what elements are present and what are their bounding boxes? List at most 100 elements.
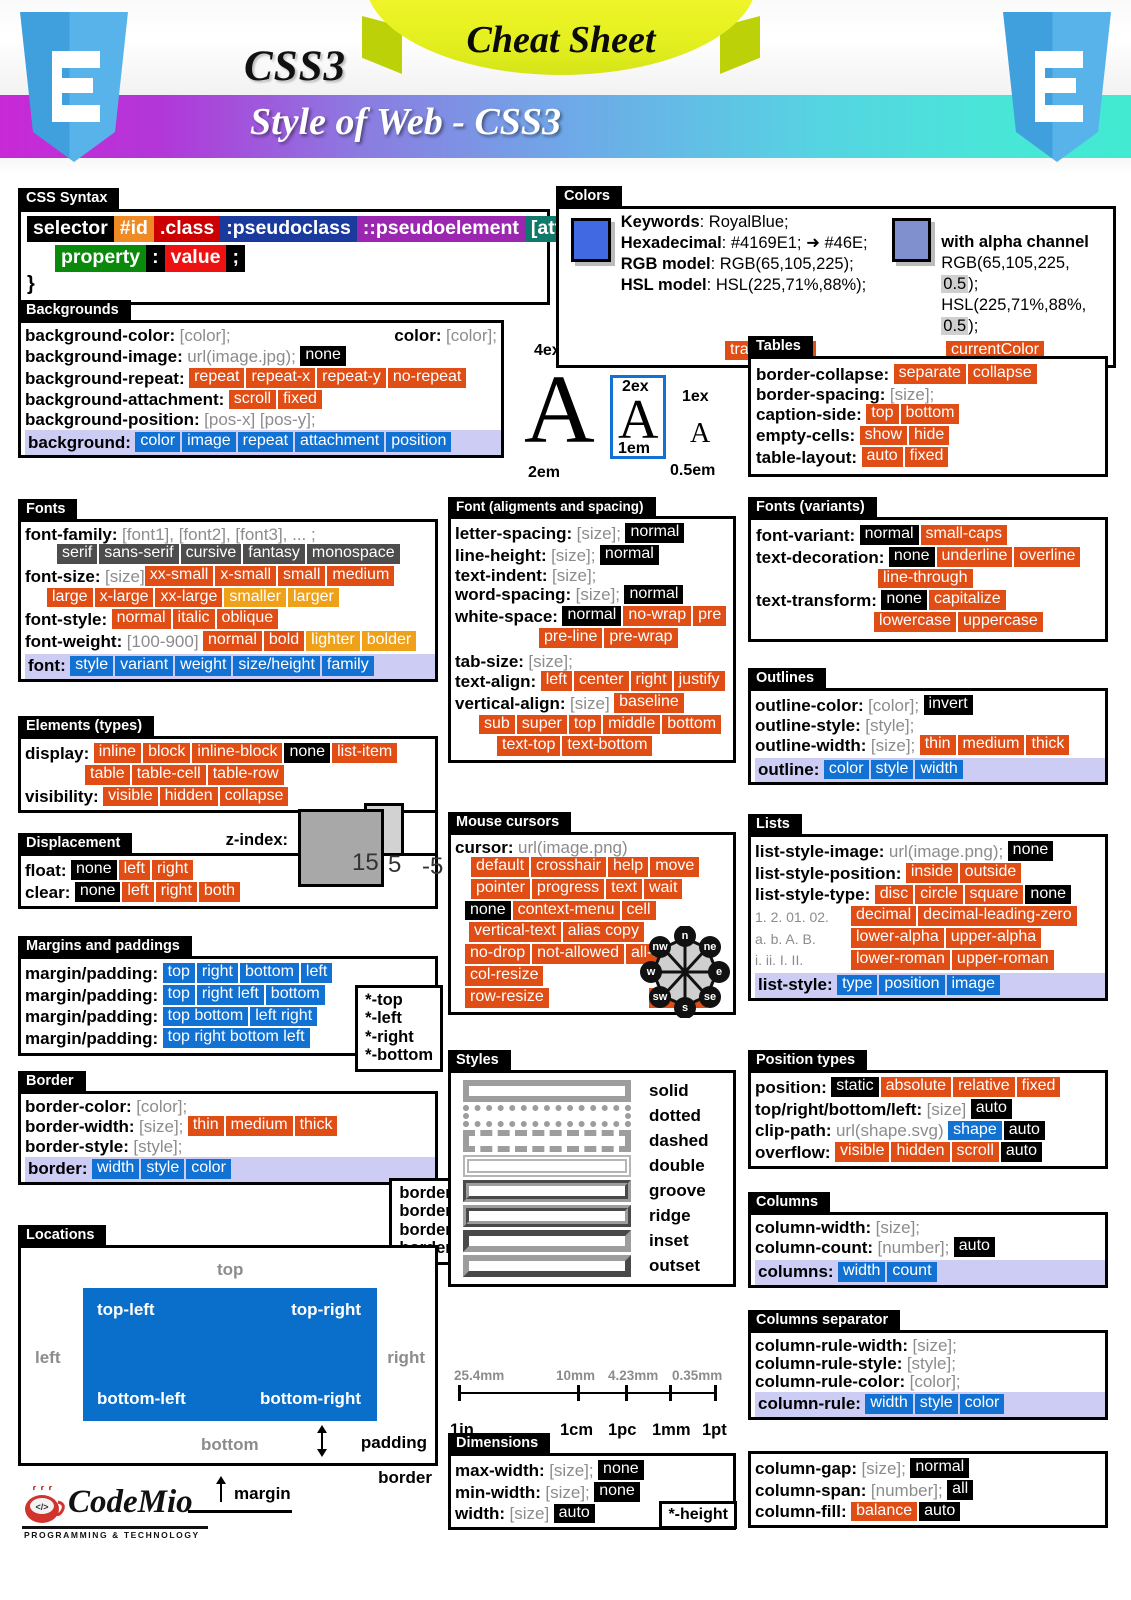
panel-title-border: Border <box>18 1071 86 1092</box>
label-05em: 0.5em <box>670 462 716 479</box>
kw-position-fixed: fixed <box>1016 1077 1061 1097</box>
prop-caption-side: caption-side: <box>756 404 862 424</box>
token-property: property <box>55 245 147 272</box>
kw-va-bottom: bottom <box>662 714 722 735</box>
token-colon: : <box>146 245 165 272</box>
kw-square: square <box>964 884 1024 905</box>
loc-label-margin: margin <box>234 1484 291 1503</box>
header-color-band <box>0 95 1131 158</box>
kw-cr-style: style <box>914 1394 958 1414</box>
kw-border-style: style <box>141 1158 185 1179</box>
panel-font-variants: Fonts (variants) font-variant: normal sma… <box>748 497 1108 642</box>
kw-border-thick: thick <box>294 1116 338 1136</box>
panel-title-margins: Margins and paddings <box>18 936 192 957</box>
panel-title-displacement: Displacement <box>18 833 133 854</box>
kw-mp1-left: left <box>300 963 333 983</box>
kw-hidden: hidden <box>159 786 218 807</box>
kw-repeat-x: repeat-x <box>246 367 316 388</box>
pan el-columns-misc: column-gap: [size]; normal column-span: … <box>748 1451 1108 1529</box>
prop-border-width: border-width: <box>25 1116 135 1136</box>
panel-title-styles: Styles <box>448 1050 511 1071</box>
kw-cursor-no-drop: no-drop <box>465 944 531 964</box>
kw-font-variant: variant <box>115 655 174 676</box>
shorthand-border: border: width style color <box>25 1156 435 1182</box>
side-star-top: *-top <box>365 991 403 1009</box>
kw-uppercase: uppercase <box>958 612 1043 632</box>
val-border-style: [style]; <box>133 1136 183 1156</box>
kw-transform-none: none <box>881 590 927 611</box>
colors-alpha-title: with alpha channel <box>941 233 1089 251</box>
prop-outline-style: outline-style: <box>755 715 861 735</box>
kw-serif: serif <box>57 544 98 564</box>
panel-backgrounds: Backgrounds background-color: [color]; c… <box>18 300 504 459</box>
prop-clear: clear: <box>25 882 71 902</box>
kw-cursor-cell: cell <box>621 900 656 921</box>
kw-ls-image: image <box>946 974 1001 995</box>
prop-margin-padding-4: margin/padding: <box>25 1029 159 1049</box>
prop-width: width: <box>455 1504 506 1524</box>
prop-text-transform: text-transform: <box>756 591 877 611</box>
kw-block: block <box>143 743 191 763</box>
panel-title-backgrounds: Backgrounds <box>18 300 131 321</box>
kw-smaller: smaller <box>224 587 286 608</box>
color-swatch-alpha <box>891 218 932 262</box>
kw-caption-bottom: bottom <box>900 403 960 424</box>
token-close-brace: } <box>27 272 35 295</box>
kw-float-left: left <box>118 860 150 880</box>
ruler-tick-2 <box>577 1385 580 1401</box>
style-label-groove: groove <box>649 1181 706 1200</box>
style-demo-groove <box>463 1180 631 1202</box>
colors-alpha-rgb-value: 0.5 <box>941 275 969 294</box>
label-1em: 1em <box>618 440 651 457</box>
loc-label-top-left: top-left <box>97 1300 155 1319</box>
prop-column-span: column-span: <box>755 1480 867 1500</box>
kw-cursor-row-resize: row-resize <box>465 987 549 1008</box>
kw-cursor-move: move <box>650 857 700 877</box>
prop-outline-color: outline-color: <box>755 695 864 715</box>
style-label-double: double <box>649 1156 705 1175</box>
kw-list-image-none: none <box>1007 841 1054 861</box>
panel-dimensions: Dimensions max-width: [size]; none min-w… <box>448 1433 737 1531</box>
kw-xx-small: xx-small <box>144 565 214 586</box>
kw-cursor-crosshair: crosshair <box>531 857 606 877</box>
kw-bold: bold <box>263 631 305 651</box>
prop-background-attachment: background-attachment: <box>25 390 225 410</box>
prop-font-family: font-family: <box>25 525 118 544</box>
kw-pre: pre <box>693 606 727 627</box>
kw-large: large <box>47 587 93 608</box>
label-1ex: 1ex <box>682 388 709 405</box>
kw-static: static <box>831 1077 879 1097</box>
svg-text:sw: sw <box>653 991 668 1003</box>
kw-mp3-left-right: left right <box>250 1006 318 1027</box>
val-list-style-image: url(image.png); <box>888 841 1004 861</box>
kw-upper-roman: upper-roman <box>951 949 1054 970</box>
kw-cursor-default: default <box>471 857 530 877</box>
ribbon-banner: Cheat Sheet <box>362 0 760 88</box>
kw-xx-large: xx-large <box>155 587 223 608</box>
val-max-width: [size]; <box>549 1460 594 1480</box>
prop-margin-padding-2: margin/padding: <box>25 985 159 1005</box>
val-tab-size: [size]; <box>528 651 573 671</box>
kw-clip-auto: auto <box>1003 1120 1045 1141</box>
colors-value-keywords: RoyalBlue; <box>708 213 789 231</box>
kw-show: show <box>859 425 908 446</box>
prop-min-width: min-width: <box>455 1482 541 1502</box>
kw-sans-serif: sans-serif <box>99 544 179 564</box>
val-outline-color: [color]; <box>868 695 920 715</box>
kw-relative: relative <box>953 1077 1015 1097</box>
kw-border-width: width <box>91 1158 140 1179</box>
kw-outline-color: color <box>823 759 869 780</box>
val-font-family: [font1], [font2], [font3], ... ; <box>122 525 316 544</box>
colors-value-rgb: RGB(65,105,225); <box>719 255 854 274</box>
panel-locations: Locations top left right bottom top-left… <box>18 1225 438 1522</box>
kw-ls-type: type <box>837 974 878 995</box>
prop-clip-path: clip-path: <box>755 1121 832 1141</box>
kw-table-row: table-row <box>207 764 284 785</box>
svg-text:n: n <box>682 930 689 942</box>
logo-divider <box>22 1526 208 1529</box>
ruler-tick-5 <box>714 1385 717 1401</box>
prop-background-image: background-image: <box>25 346 183 366</box>
prop-column-rule-width: column-rule-width: <box>755 1336 908 1355</box>
kw-cursor-alias-copy: alias copy <box>562 922 644 943</box>
prop-column-rule-shorthand: column-rule: <box>758 1394 861 1414</box>
